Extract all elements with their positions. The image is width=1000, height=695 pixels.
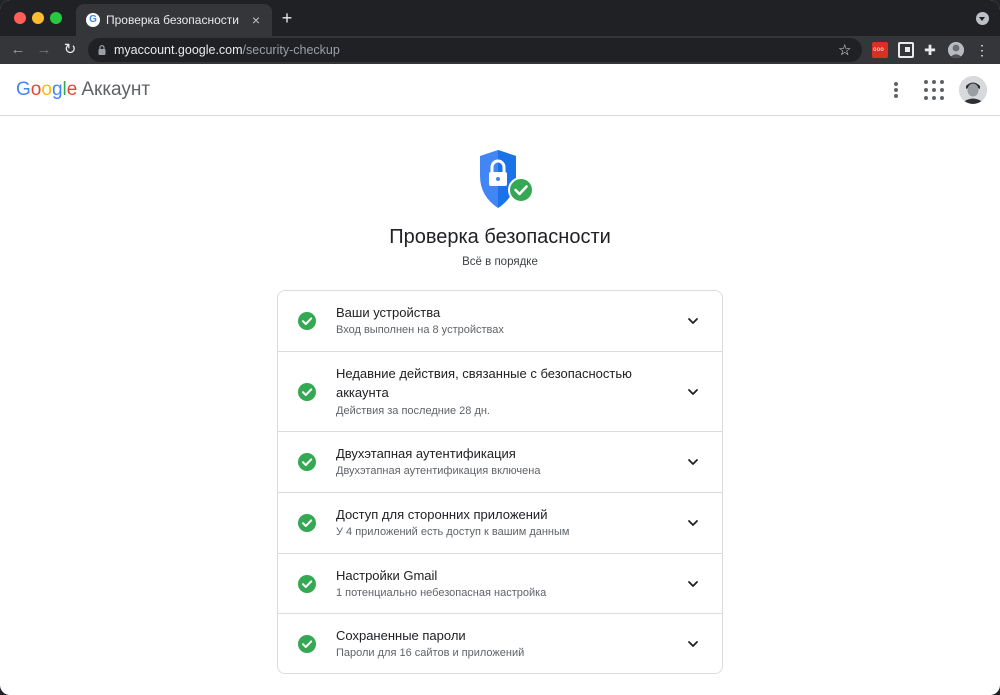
item-description: 1 потенциально небезопасная настройка — [336, 587, 547, 599]
google-account-logo[interactable]: Google Аккаунт — [16, 79, 150, 101]
new-tab-button[interactable]: + — [278, 9, 296, 27]
browser-profile-avatar[interactable] — [948, 42, 964, 58]
active-tab[interactable]: G Проверка безопасности × — [76, 4, 272, 36]
page-title: Проверка безопасности — [389, 226, 611, 248]
maximize-window-button[interactable] — [50, 12, 62, 24]
profile-photo-icon — [948, 42, 964, 58]
item-title: Недавние действия, связанные с безопасно… — [336, 366, 632, 400]
item-title: Доступ для сторонних приложений — [336, 507, 548, 522]
url-path: /security-checkup — [242, 43, 340, 57]
page-subtitle: Всё в порядке — [462, 256, 538, 268]
checkup-item-recent-activity[interactable]: Недавние действия, связанные с безопасно… — [278, 352, 722, 432]
account-photo-icon — [959, 76, 987, 104]
lock-icon — [98, 45, 106, 55]
more-options-icon[interactable] — [886, 78, 906, 102]
checkup-item-two-step[interactable]: Двухэтапная аутентификация Двухэтапная а… — [278, 432, 722, 493]
tab-close-icon[interactable]: × — [248, 12, 264, 28]
check-circle-icon — [298, 312, 316, 330]
checkup-item-gmail-settings[interactable]: Настройки Gmail 1 потенциально небезопас… — [278, 554, 722, 614]
minimize-window-button[interactable] — [32, 12, 44, 24]
app-header: Google Аккаунт — [0, 64, 1000, 116]
url-text: myaccount.google.com/security-checkup — [114, 43, 340, 57]
item-title: Сохраненные пароли — [336, 628, 466, 643]
tab-strip: G Проверка безопасности × + — [0, 0, 1000, 36]
check-circle-icon — [298, 383, 316, 401]
checkup-item-devices[interactable]: Ваши устройства Вход выполнен на 8 устро… — [278, 291, 722, 352]
item-title: Ваши устройства — [336, 305, 441, 320]
check-circle-icon — [298, 453, 316, 471]
bookmark-star-icon[interactable]: ☆ — [838, 41, 851, 59]
forward-button[interactable]: → — [34, 40, 54, 60]
item-title: Двухэтапная аутентификация — [336, 446, 516, 461]
item-description: У 4 приложений есть доступ к вашим данны… — [336, 526, 570, 538]
close-window-button[interactable] — [14, 12, 26, 24]
browser-window: G Проверка безопасности × + ← → ↻ myacco… — [0, 0, 1000, 695]
chevron-down-icon[interactable] — [686, 577, 700, 591]
chevron-down-icon[interactable] — [686, 516, 700, 530]
red-extension-icon[interactable]: ooo — [872, 42, 888, 58]
url-host: myaccount.google.com — [114, 43, 243, 57]
chevron-down-icon[interactable] — [686, 637, 700, 651]
account-avatar[interactable] — [959, 76, 987, 104]
address-bar[interactable]: myaccount.google.com/security-checkup ☆ — [88, 38, 862, 62]
check-circle-icon — [298, 575, 316, 593]
checkup-item-saved-passwords[interactable]: Сохраненные пароли Пароли для 16 сайтов … — [278, 614, 722, 673]
security-shield-icon — [480, 150, 534, 208]
browser-menu-icon[interactable]: ⋮ — [974, 42, 990, 58]
chevron-down-icon[interactable] — [686, 455, 700, 469]
check-circle-icon — [298, 514, 316, 532]
item-description: Действия за последние 28 дн. — [336, 405, 490, 417]
chevron-down-icon[interactable] — [686, 385, 700, 399]
item-description: Вход выполнен на 8 устройствах — [336, 324, 504, 336]
product-name: Аккаунт — [81, 79, 151, 100]
google-favicon-icon: G — [86, 13, 100, 27]
check-circle-icon — [298, 635, 316, 653]
security-checkup-list: Ваши устройства Вход выполнен на 8 устро… — [277, 290, 723, 674]
tab-search-icon[interactable] — [976, 12, 989, 25]
google-apps-icon[interactable] — [924, 80, 944, 100]
back-button[interactable]: ← — [8, 40, 28, 60]
extensions-puzzle-icon[interactable]: ✚ — [922, 42, 938, 58]
item-description: Пароли для 16 сайтов и приложений — [336, 647, 525, 659]
item-title: Настройки Gmail — [336, 568, 438, 583]
browser-toolbar: ← → ↻ myaccount.google.com/security-chec… — [0, 36, 1000, 64]
checkup-item-third-party-access[interactable]: Доступ для сторонних приложений У 4 прил… — [278, 493, 722, 554]
reload-button[interactable]: ↻ — [60, 40, 80, 60]
tab-title: Проверка безопасности — [106, 13, 239, 27]
picture-in-picture-icon[interactable] — [898, 42, 914, 58]
item-description: Двухэтапная аутентификация включена — [336, 465, 541, 477]
chevron-down-icon[interactable] — [686, 314, 700, 328]
